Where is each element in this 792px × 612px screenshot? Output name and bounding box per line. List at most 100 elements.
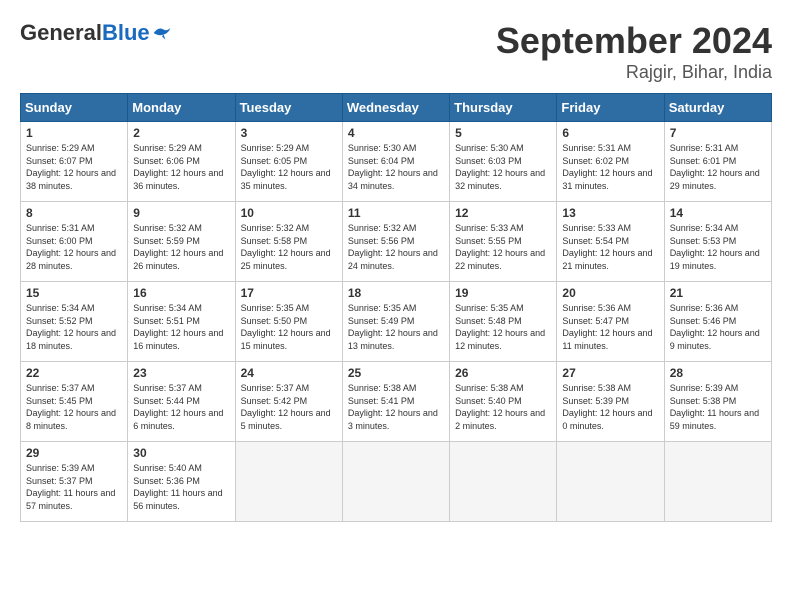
day-number: 14: [670, 206, 766, 220]
weekday-header-sunday: Sunday: [21, 94, 128, 122]
cell-content: Sunrise: 5:36 AMSunset: 5:46 PMDaylight:…: [670, 302, 766, 352]
day-number: 29: [26, 446, 122, 460]
cell-content: Sunrise: 5:39 AMSunset: 5:37 PMDaylight:…: [26, 462, 122, 512]
cell-content: Sunrise: 5:39 AMSunset: 5:38 PMDaylight:…: [670, 382, 766, 432]
day-number: 6: [562, 126, 658, 140]
day-number: 9: [133, 206, 229, 220]
calendar-cell: 9 Sunrise: 5:32 AMSunset: 5:59 PMDaylight…: [128, 202, 235, 282]
day-number: 20: [562, 286, 658, 300]
calendar-table: SundayMondayTuesdayWednesdayThursdayFrid…: [20, 93, 772, 522]
cell-content: Sunrise: 5:35 AMSunset: 5:49 PMDaylight:…: [348, 302, 444, 352]
cell-content: Sunrise: 5:30 AMSunset: 6:04 PMDaylight:…: [348, 142, 444, 192]
calendar-cell: 26 Sunrise: 5:38 AMSunset: 5:40 PMDayligh…: [450, 362, 557, 442]
logo-bird-icon: [152, 24, 172, 42]
weekday-header-monday: Monday: [128, 94, 235, 122]
calendar-cell: [342, 442, 449, 522]
calendar-cell: 1 Sunrise: 5:29 AMSunset: 6:07 PMDaylight…: [21, 122, 128, 202]
page-header: GeneralBlue September 2024 Rajgir, Bihar…: [20, 20, 772, 83]
day-number: 7: [670, 126, 766, 140]
day-number: 15: [26, 286, 122, 300]
calendar-cell: 20 Sunrise: 5:36 AMSunset: 5:47 PMDayligh…: [557, 282, 664, 362]
day-number: 19: [455, 286, 551, 300]
day-number: 5: [455, 126, 551, 140]
cell-content: Sunrise: 5:29 AMSunset: 6:05 PMDaylight:…: [241, 142, 337, 192]
cell-content: Sunrise: 5:38 AMSunset: 5:41 PMDaylight:…: [348, 382, 444, 432]
cell-content: Sunrise: 5:35 AMSunset: 5:50 PMDaylight:…: [241, 302, 337, 352]
day-number: 23: [133, 366, 229, 380]
location-text: Rajgir, Bihar, India: [496, 62, 772, 83]
cell-content: Sunrise: 5:40 AMSunset: 5:36 PMDaylight:…: [133, 462, 229, 512]
logo-blue-text: Blue: [102, 20, 150, 46]
calendar-cell: 5Sunrise: 5:30 AMSunset: 6:03 PMDaylight…: [450, 122, 557, 202]
day-number: 13: [562, 206, 658, 220]
day-number: 30: [133, 446, 229, 460]
calendar-cell: 7 Sunrise: 5:31 AMSunset: 6:01 PMDaylight…: [664, 122, 771, 202]
cell-content: Sunrise: 5:29 AMSunset: 6:06 PMDaylight:…: [133, 142, 229, 192]
calendar-cell: 29 Sunrise: 5:39 AMSunset: 5:37 PMDayligh…: [21, 442, 128, 522]
calendar-cell: 12 Sunrise: 5:33 AMSunset: 5:55 PMDayligh…: [450, 202, 557, 282]
cell-content: Sunrise: 5:36 AMSunset: 5:47 PMDaylight:…: [562, 302, 658, 352]
cell-content: Sunrise: 5:31 AMSunset: 6:02 PMDaylight:…: [562, 142, 658, 192]
cell-content: Sunrise: 5:37 AMSunset: 5:44 PMDaylight:…: [133, 382, 229, 432]
calendar-cell: 21 Sunrise: 5:36 AMSunset: 5:46 PMDayligh…: [664, 282, 771, 362]
calendar-cell: 8 Sunrise: 5:31 AMSunset: 6:00 PMDaylight…: [21, 202, 128, 282]
cell-content: Sunrise: 5:38 AMSunset: 5:39 PMDaylight:…: [562, 382, 658, 432]
cell-content: Sunrise: 5:32 AMSunset: 5:59 PMDaylight:…: [133, 222, 229, 272]
day-number: 8: [26, 206, 122, 220]
cell-content: Sunrise: 5:34 AMSunset: 5:52 PMDaylight:…: [26, 302, 122, 352]
calendar-cell: 2 Sunrise: 5:29 AMSunset: 6:06 PMDaylight…: [128, 122, 235, 202]
calendar-cell: 3Sunrise: 5:29 AMSunset: 6:05 PMDaylight…: [235, 122, 342, 202]
cell-content: Sunrise: 5:34 AMSunset: 5:53 PMDaylight:…: [670, 222, 766, 272]
calendar-cell: 14 Sunrise: 5:34 AMSunset: 5:53 PMDayligh…: [664, 202, 771, 282]
calendar-cell: 24Sunrise: 5:37 AMSunset: 5:42 PMDayligh…: [235, 362, 342, 442]
cell-content: Sunrise: 5:32 AMSunset: 5:58 PMDaylight:…: [241, 222, 337, 272]
calendar-cell: 30 Sunrise: 5:40 AMSunset: 5:36 PMDayligh…: [128, 442, 235, 522]
cell-content: Sunrise: 5:31 AMSunset: 6:01 PMDaylight:…: [670, 142, 766, 192]
calendar-week-row: 15 Sunrise: 5:34 AMSunset: 5:52 PMDayligh…: [21, 282, 772, 362]
weekday-header-saturday: Saturday: [664, 94, 771, 122]
calendar-cell: 25 Sunrise: 5:38 AMSunset: 5:41 PMDayligh…: [342, 362, 449, 442]
calendar-cell: 22Sunrise: 5:37 AMSunset: 5:45 PMDayligh…: [21, 362, 128, 442]
month-title: September 2024: [496, 20, 772, 62]
cell-content: Sunrise: 5:33 AMSunset: 5:55 PMDaylight:…: [455, 222, 551, 272]
weekday-header-wednesday: Wednesday: [342, 94, 449, 122]
day-number: 25: [348, 366, 444, 380]
day-number: 17: [241, 286, 337, 300]
calendar-cell: [557, 442, 664, 522]
calendar-cell: [235, 442, 342, 522]
day-number: 26: [455, 366, 551, 380]
logo-general-text: General: [20, 20, 102, 46]
calendar-cell: 4 Sunrise: 5:30 AMSunset: 6:04 PMDaylight…: [342, 122, 449, 202]
calendar-cell: 10 Sunrise: 5:32 AMSunset: 5:58 PMDayligh…: [235, 202, 342, 282]
calendar-week-row: 8 Sunrise: 5:31 AMSunset: 6:00 PMDaylight…: [21, 202, 772, 282]
calendar-cell: [450, 442, 557, 522]
day-number: 11: [348, 206, 444, 220]
cell-content: Sunrise: 5:33 AMSunset: 5:54 PMDaylight:…: [562, 222, 658, 272]
calendar-header-row: SundayMondayTuesdayWednesdayThursdayFrid…: [21, 94, 772, 122]
calendar-cell: 11Sunrise: 5:32 AMSunset: 5:56 PMDayligh…: [342, 202, 449, 282]
weekday-header-tuesday: Tuesday: [235, 94, 342, 122]
calendar-cell: 28 Sunrise: 5:39 AMSunset: 5:38 PMDayligh…: [664, 362, 771, 442]
day-number: 10: [241, 206, 337, 220]
calendar-cell: 16Sunrise: 5:34 AMSunset: 5:51 PMDayligh…: [128, 282, 235, 362]
cell-content: Sunrise: 5:31 AMSunset: 6:00 PMDaylight:…: [26, 222, 122, 272]
cell-content: Sunrise: 5:29 AMSunset: 6:07 PMDaylight:…: [26, 142, 122, 192]
day-number: 21: [670, 286, 766, 300]
cell-content: Sunrise: 5:37 AMSunset: 5:42 PMDaylight:…: [241, 382, 337, 432]
day-number: 28: [670, 366, 766, 380]
day-number: 27: [562, 366, 658, 380]
day-number: 18: [348, 286, 444, 300]
day-number: 2: [133, 126, 229, 140]
calendar-week-row: 1 Sunrise: 5:29 AMSunset: 6:07 PMDaylight…: [21, 122, 772, 202]
weekday-header-friday: Friday: [557, 94, 664, 122]
calendar-cell: 19Sunrise: 5:35 AMSunset: 5:48 PMDayligh…: [450, 282, 557, 362]
day-number: 22: [26, 366, 122, 380]
title-block: September 2024 Rajgir, Bihar, India: [496, 20, 772, 83]
calendar-cell: [664, 442, 771, 522]
calendar-cell: 13 Sunrise: 5:33 AMSunset: 5:54 PMDayligh…: [557, 202, 664, 282]
day-number: 1: [26, 126, 122, 140]
cell-content: Sunrise: 5:38 AMSunset: 5:40 PMDaylight:…: [455, 382, 551, 432]
day-number: 12: [455, 206, 551, 220]
day-number: 4: [348, 126, 444, 140]
calendar-cell: 15 Sunrise: 5:34 AMSunset: 5:52 PMDayligh…: [21, 282, 128, 362]
